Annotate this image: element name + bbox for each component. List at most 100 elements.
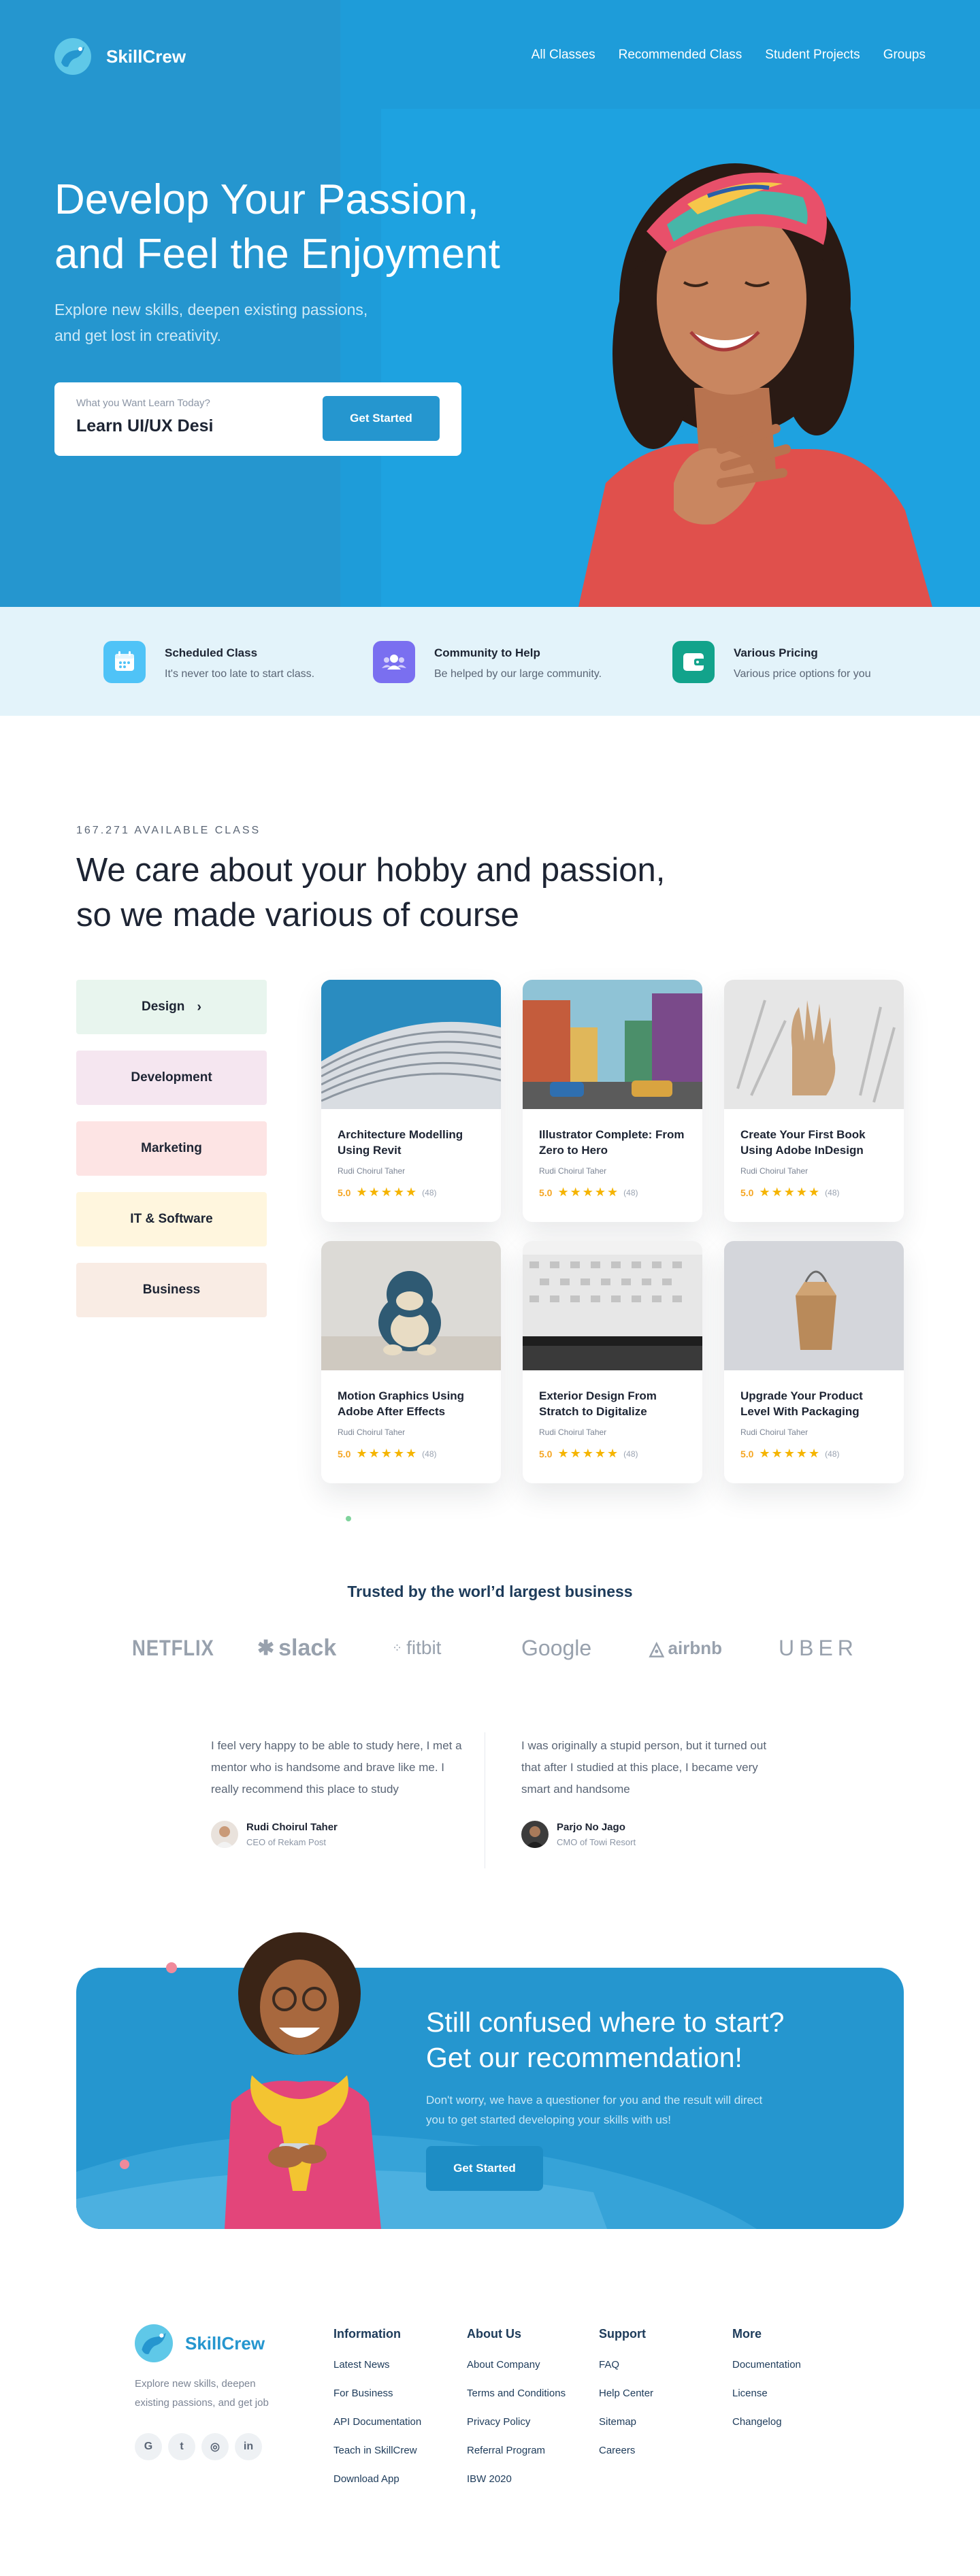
category-development[interactable]: Development xyxy=(76,1051,267,1105)
course-image-building xyxy=(523,1241,702,1370)
instagram-icon[interactable]: ◎ xyxy=(201,2433,229,2460)
footer-link[interactable]: Documentation xyxy=(732,2359,862,2371)
netflix-logo: NETFLIX xyxy=(132,1635,214,1660)
footer-link[interactable]: Privacy Policy xyxy=(467,2416,596,2428)
twitter-icon[interactable]: t xyxy=(168,2433,195,2460)
footer-link[interactable]: Latest News xyxy=(333,2359,463,2371)
footer-link[interactable]: About Company xyxy=(467,2359,596,2371)
feature-title: Various Pricing xyxy=(734,646,818,659)
course-author: Rudi Choirul Taher xyxy=(338,1166,406,1176)
star-rating-icons: ★★★★★ xyxy=(356,1447,419,1460)
course-image-hand-sketch xyxy=(724,980,904,1109)
linkedin-icon[interactable]: in xyxy=(235,2433,262,2460)
google-logo: Google xyxy=(521,1635,592,1660)
footer-logo[interactable]: SkillCrew xyxy=(135,2324,265,2362)
category-marketing[interactable]: Marketing xyxy=(76,1121,267,1176)
airbnb-wordmark: airbnb xyxy=(668,1637,722,1658)
airbnb-logo: ◬ airbnb xyxy=(649,1633,722,1663)
category-label: Design xyxy=(141,1000,185,1014)
slack-icon: ✱ xyxy=(257,1636,275,1659)
footer-link[interactable]: Changelog xyxy=(732,2416,862,2428)
course-card[interactable]: Upgrade Your Product Level With Packagin… xyxy=(724,1241,904,1483)
course-card-body: Upgrade Your Product Level With Packagin… xyxy=(724,1370,904,1461)
decor-bubble xyxy=(166,1962,177,1973)
chevron-right-icon: › xyxy=(197,999,202,1014)
community-icon xyxy=(373,641,415,683)
fitbit-logo: ⁘ fitbit xyxy=(392,1633,441,1663)
footer-link[interactable]: Help Center xyxy=(599,2388,728,2399)
rating-score: 5.0 xyxy=(740,1187,754,1198)
footer-link[interactable]: API Documentation xyxy=(333,2416,463,2428)
fitbit-icon: ⁘ xyxy=(392,1640,403,1655)
cta-title-line-1: Still confused where to start? xyxy=(426,2007,785,2038)
nav-link-groups[interactable]: Groups xyxy=(883,48,926,63)
course-card-body: Architecture Modelling Using Revit Rudi … xyxy=(321,1109,501,1200)
course-rating: 5.0 ★★★★★ (48) xyxy=(338,1185,485,1200)
course-author: Rudi Choirul Taher xyxy=(740,1166,808,1176)
footer-link[interactable]: For Business xyxy=(333,2388,463,2399)
footer-link[interactable]: IBW 2020 xyxy=(467,2473,596,2485)
footer-link[interactable]: License xyxy=(732,2388,862,2399)
category-label: Marketing xyxy=(141,1141,202,1155)
course-title: Motion Graphics Using Adobe After Effect… xyxy=(338,1389,465,1418)
logo-icon xyxy=(135,2324,173,2362)
course-author: Rudi Choirul Taher xyxy=(539,1166,607,1176)
star-rating-icons: ★★★★★ xyxy=(356,1185,419,1199)
footer-link[interactable]: Careers xyxy=(599,2445,728,2456)
testimonial-author-info: Rudi Choirul Taher CEO of Rekam Post xyxy=(246,1821,338,1847)
course-rating: 5.0 ★★★★★ (48) xyxy=(740,1185,887,1200)
cta-subtitle: Don't worry, we have a questioner for yo… xyxy=(426,2094,763,2126)
footer-link[interactable]: FAQ xyxy=(599,2359,728,2371)
logo-icon xyxy=(54,38,91,75)
testimonial-author: Parjo No Jago CMO of Towi Resort xyxy=(521,1821,780,1848)
footer-link[interactable]: Terms and Conditions xyxy=(467,2388,596,2399)
testimonial-quote: I was originally a stupid person, but it… xyxy=(521,1739,767,1796)
category-business[interactable]: Business xyxy=(76,1263,267,1317)
rating-score: 5.0 xyxy=(539,1448,553,1459)
nav-link-recommended-class[interactable]: Recommended Class xyxy=(619,48,742,63)
top-navigation: SkillCrew All Classes Recommended Class … xyxy=(54,38,926,75)
review-count: (48) xyxy=(623,1187,638,1198)
testimonial-role: CMO of Towi Resort xyxy=(557,1837,636,1847)
get-started-button[interactable]: Get Started xyxy=(323,396,440,441)
slack-logo: ✱ slack xyxy=(257,1633,336,1663)
nav-link-all-classes[interactable]: All Classes xyxy=(532,48,595,63)
course-author: Rudi Choirul Taher xyxy=(740,1427,808,1437)
footer-logo-text: SkillCrew xyxy=(185,2332,265,2354)
course-card-body: Create Your First Book Using Adobe InDes… xyxy=(724,1109,904,1200)
course-card[interactable]: Architecture Modelling Using Revit Rudi … xyxy=(321,980,501,1222)
course-card[interactable]: Motion Graphics Using Adobe After Effect… xyxy=(321,1241,501,1483)
category-design[interactable]: Design › xyxy=(76,980,267,1034)
features-strip: Scheduled Class It's never too late to s… xyxy=(0,607,980,716)
footer-link[interactable]: Download App xyxy=(333,2473,463,2485)
courses-title-line-1: We care about your hobby and passion, xyxy=(76,852,666,889)
courses-section-title: We care about your hobby and passion, so… xyxy=(76,848,689,938)
feature-title: Community to Help xyxy=(434,646,540,659)
review-count: (48) xyxy=(422,1449,437,1459)
hero-title: Develop Your Passion, and Feel the Enjoy… xyxy=(54,173,544,282)
course-card[interactable]: Illustrator Complete: From Zero to Hero … xyxy=(523,980,702,1222)
search-input[interactable] xyxy=(76,416,212,436)
course-image-street xyxy=(523,980,702,1109)
category-it-software[interactable]: IT & Software xyxy=(76,1192,267,1246)
nav-link-student-projects[interactable]: Student Projects xyxy=(765,48,860,63)
footer-link[interactable]: Referral Program xyxy=(467,2445,596,2456)
logo[interactable]: SkillCrew xyxy=(54,38,186,75)
course-title: Create Your First Book Using Adobe InDes… xyxy=(740,1128,866,1157)
review-count: (48) xyxy=(623,1449,638,1459)
rating-score: 5.0 xyxy=(740,1448,754,1459)
cta-get-started-button[interactable]: Get Started xyxy=(426,2146,543,2191)
footer-link[interactable]: Sitemap xyxy=(599,2416,728,2428)
footer-column-about-us: About Us About Company Terms and Conditi… xyxy=(467,2327,596,2502)
category-label: Business xyxy=(142,1283,201,1297)
course-card[interactable]: Create Your First Book Using Adobe InDes… xyxy=(724,980,904,1222)
course-card[interactable]: Exterior Design From Stratch to Digitali… xyxy=(523,1241,702,1483)
footer-link[interactable]: Teach in SkillCrew xyxy=(333,2445,463,2456)
carousel-dot[interactable] xyxy=(346,1516,351,1521)
star-rating-icons: ★★★★★ xyxy=(557,1447,620,1460)
cta-title-line-2: Get our recommendation! xyxy=(426,2042,742,2073)
hero-title-line-1: Develop Your Passion, xyxy=(54,176,479,223)
testimonial-author: Rudi Choirul Taher CEO of Rekam Post xyxy=(211,1821,470,1848)
avatar xyxy=(211,1821,238,1848)
google-icon[interactable]: G xyxy=(135,2433,162,2460)
